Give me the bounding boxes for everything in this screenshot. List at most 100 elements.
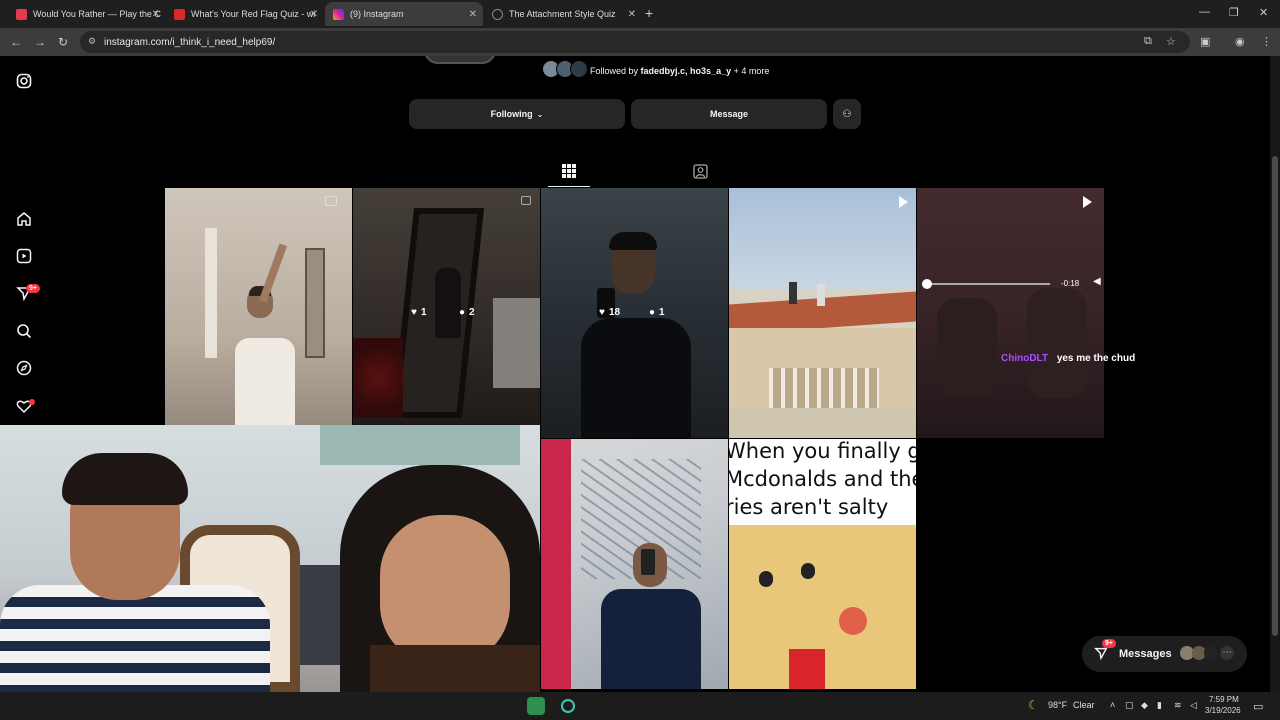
tab-close-icon[interactable]: ✕ xyxy=(310,9,318,20)
restore-icon[interactable]: ❐ xyxy=(1229,6,1239,19)
taskbar-app-icon[interactable] xyxy=(561,699,575,713)
message-button[interactable]: Message xyxy=(631,99,827,129)
instagram-logo-icon[interactable] xyxy=(15,73,33,91)
video-progress-handle[interactable] xyxy=(922,279,932,289)
search-icon[interactable] xyxy=(15,323,33,341)
microphone-icon[interactable]: ▮ xyxy=(1157,700,1162,711)
weather-temp[interactable]: 98°F xyxy=(1048,700,1067,710)
comment-count: ● 2 xyxy=(459,307,475,318)
person-hair xyxy=(62,453,188,505)
menu-kebab-icon[interactable]: ⋮ xyxy=(1261,35,1272,48)
heart-filled-icon: ♥ xyxy=(411,307,417,318)
pikachu-eye xyxy=(801,563,815,579)
browser-tab-4[interactable]: The Attachment Style Quiz ✕ xyxy=(484,2,642,26)
back-icon[interactable]: ← xyxy=(10,35,22,49)
tab-favicon-icon xyxy=(174,8,185,20)
profile-icon[interactable]: ◉ xyxy=(1235,35,1245,48)
person2-face xyxy=(380,515,510,665)
stream-chat-message: ChinoDLT yes me the chud xyxy=(1001,353,1135,364)
pikachu-eye xyxy=(759,571,773,587)
explore-icon[interactable] xyxy=(15,360,33,378)
followed-by-names[interactable]: fadedbyj.c, ho3s_a_y xyxy=(641,66,732,76)
person-on-roof xyxy=(817,284,825,306)
video-time: -0:18 xyxy=(1061,279,1080,288)
post-tile-2[interactable]: ♥ 1 ● 2 xyxy=(353,188,540,438)
browser-tab-2[interactable]: What's Your Red Flag Quiz - wi ✕ xyxy=(166,2,324,26)
tray-app-icon[interactable]: ▢ xyxy=(1125,700,1134,711)
reel-tile-4[interactable] xyxy=(729,188,916,438)
home-icon[interactable] xyxy=(15,211,33,229)
notification-badge: 9+ xyxy=(26,284,40,293)
messages-bar[interactable]: 9+ Messages ⋯ xyxy=(1082,636,1247,672)
meme-tile-8[interactable]: When you finally get Mcdonalds and the r… xyxy=(729,439,916,689)
follower-avatar[interactable] xyxy=(570,60,588,78)
install-app-icon[interactable]: ⧉ xyxy=(1144,35,1152,48)
tab-close-icon[interactable]: ✕ xyxy=(469,9,477,20)
tab-close-icon[interactable]: ✕ xyxy=(628,9,636,20)
weather-desc[interactable]: Clear xyxy=(1073,700,1095,710)
browser-tab-3[interactable]: (9) Instagram ✕ xyxy=(325,2,483,26)
reload-icon[interactable]: ↻ xyxy=(58,35,68,49)
tray-app-icon[interactable]: ◆ xyxy=(1141,700,1148,711)
following-button[interactable]: Following ⌄ xyxy=(409,99,625,129)
comments-value: 2 xyxy=(469,307,475,318)
tray-chevron-icon[interactable]: ˄ xyxy=(1110,700,1115,710)
chat-text: yes me the chud xyxy=(1056,353,1136,364)
volume-icon[interactable]: ◀ xyxy=(1093,276,1101,287)
comments-value: 1 xyxy=(659,307,665,318)
site-info-icon[interactable]: ⚙ xyxy=(88,36,96,47)
like-count: ♥ 1 xyxy=(411,307,427,318)
new-tab-button[interactable]: + xyxy=(645,5,653,21)
post-tile-7[interactable] xyxy=(541,439,728,689)
forward-icon[interactable]: → xyxy=(34,35,46,49)
hover-overlay xyxy=(541,188,728,438)
ground xyxy=(729,408,916,438)
bookmark-star-icon[interactable]: ☆ xyxy=(1166,35,1176,48)
likes-value: 18 xyxy=(608,307,621,318)
post-tile-3[interactable]: ♥ 18 ● 1 xyxy=(541,188,728,438)
person-on-roof xyxy=(789,282,797,304)
taskbar-app-icon[interactable] xyxy=(527,697,545,715)
like-count: ♥ 18 xyxy=(599,307,620,318)
scrollbar-thumb[interactable] xyxy=(1272,156,1278,636)
reading-list-icon[interactable]: ▣ xyxy=(1200,35,1210,48)
tab-tagged-icon[interactable] xyxy=(693,164,708,182)
followed-by-more[interactable]: + 4 more xyxy=(734,66,770,76)
likes-value: 1 xyxy=(420,307,427,318)
followed-by-text[interactable]: Followed by fadedbyj.c, ho3s_a_y + 4 mor… xyxy=(590,66,769,76)
fries-box xyxy=(789,649,825,689)
pikachu-cheek xyxy=(839,607,867,635)
notifications-icon[interactable]: ▭ xyxy=(1253,700,1263,713)
suggested-users-button[interactable]: ⚇ xyxy=(833,99,861,129)
window xyxy=(320,425,520,465)
message-label: Message xyxy=(709,109,749,119)
reel-tile-5[interactable]: -0:18 ◀ xyxy=(917,188,1104,438)
messages-badge: 9+ xyxy=(1102,639,1116,648)
speaker-icon[interactable]: ◁ xyxy=(1190,700,1197,711)
wall-picture xyxy=(305,248,325,358)
post-tile-1[interactable] xyxy=(165,188,352,438)
tab-posts-grid-icon[interactable] xyxy=(562,164,576,181)
chevron-down-icon: ⌄ xyxy=(536,109,544,119)
video-progress-track[interactable] xyxy=(925,283,1050,285)
phone xyxy=(641,549,655,575)
scrollbar-track[interactable] xyxy=(1270,56,1280,692)
close-window-icon[interactable]: ✕ xyxy=(1259,6,1268,19)
windows-taskbar: ☾ 98°F Clear ˄ ▢ ◆ ▮ ≋ ◁ 7:59 PM 3/19/20… xyxy=(0,692,1280,720)
comment-icon: ● xyxy=(649,307,656,318)
clock-date[interactable]: 3/19/2026 xyxy=(1205,706,1241,715)
profile-avatar[interactable] xyxy=(424,56,496,64)
followed-by-prefix: Followed by xyxy=(590,66,639,76)
browser-tab-1[interactable]: Would You Rather — Play the C ✕ xyxy=(8,2,166,26)
url-field[interactable]: ⚙ instagram.com/i_think_i_need_help69/ xyxy=(80,31,1190,53)
hover-overlay xyxy=(917,188,1104,438)
clock-time[interactable]: 7:59 PM xyxy=(1209,695,1239,704)
tab-close-icon[interactable]: ✕ xyxy=(152,9,160,20)
active-tab-indicator xyxy=(548,186,590,187)
minimize-icon[interactable]: — xyxy=(1199,6,1210,18)
messages-label: Messages xyxy=(1119,648,1172,660)
reels-icon[interactable] xyxy=(15,248,33,266)
tab-favicon-icon xyxy=(16,8,27,20)
wifi-icon[interactable]: ≋ xyxy=(1174,700,1182,711)
more-icon: ⋯ xyxy=(1220,646,1234,660)
